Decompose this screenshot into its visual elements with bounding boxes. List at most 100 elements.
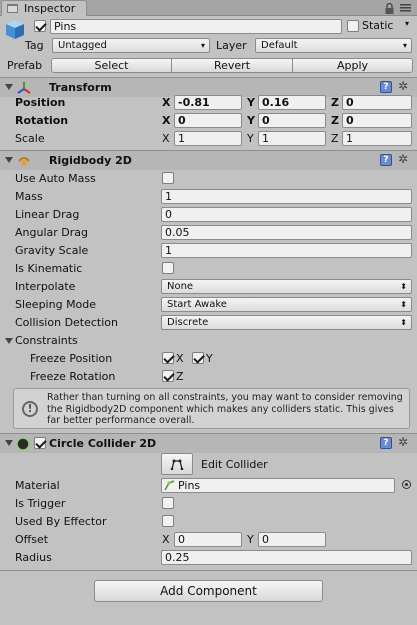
angular-drag-field[interactable]: 0.05 xyxy=(161,225,412,240)
circle-collider2d-enabled-checkbox[interactable] xyxy=(34,437,46,449)
help-icon[interactable]: ? xyxy=(380,437,392,449)
static-label: Static xyxy=(362,19,394,32)
gravity-scale-label: Gravity Scale xyxy=(15,244,89,257)
constraints-help-box: ! Rather than turning on all constraints… xyxy=(13,388,410,429)
position-y-field[interactable]: 0.16 xyxy=(258,95,326,110)
collider-icon xyxy=(16,437,30,451)
edit-collider-icon xyxy=(170,459,184,470)
tag-dropdown[interactable]: Untagged ▾ xyxy=(52,38,210,53)
position-z-label[interactable]: Z xyxy=(331,96,339,109)
layer-label: Layer xyxy=(216,39,247,52)
freeze-rotation-z-checkbox[interactable] xyxy=(162,370,174,382)
gear-icon[interactable]: ✲ xyxy=(398,79,408,93)
prefab-label: Prefab xyxy=(7,59,43,72)
chevron-updown-icon: ⬍ xyxy=(400,300,407,309)
offset-x-label[interactable]: X xyxy=(162,533,170,546)
static-dropdown-arrow[interactable]: ▾ xyxy=(405,19,409,28)
chevron-updown-icon: ⬍ xyxy=(400,282,407,291)
radius-label: Radius xyxy=(15,551,52,564)
scale-z-field[interactable]: 1 xyxy=(342,131,412,146)
rotation-z-label[interactable]: Z xyxy=(331,114,339,127)
transform-header[interactable]: Transform ? ✲ xyxy=(0,77,417,97)
prefab-revert-button[interactable]: Revert xyxy=(171,58,293,73)
position-x-label[interactable]: X xyxy=(162,96,170,109)
layer-dropdown[interactable]: Default ▾ xyxy=(255,38,412,53)
add-component-button[interactable]: Add Component xyxy=(94,580,323,602)
radius-field[interactable]: 0.25 xyxy=(161,550,412,565)
interpolate-value: None xyxy=(167,281,194,292)
gear-icon[interactable]: ✲ xyxy=(398,152,408,166)
rotation-x-label[interactable]: X xyxy=(162,114,170,127)
constraints-label[interactable]: Constraints xyxy=(15,334,78,347)
name-field[interactable]: Pins xyxy=(50,19,342,34)
edit-collider-button[interactable] xyxy=(161,453,193,475)
scale-y-field[interactable]: 1 xyxy=(258,131,326,146)
angular-drag-label: Angular Drag xyxy=(15,226,88,239)
collision-detection-dropdown[interactable]: Discrete ⬍ xyxy=(161,315,412,330)
static-checkbox[interactable] xyxy=(347,20,359,32)
lock-icon[interactable] xyxy=(385,3,394,14)
offset-y-field[interactable]: 0 xyxy=(258,532,326,547)
gravity-scale-field[interactable]: 1 xyxy=(161,243,412,258)
foldout-icon[interactable] xyxy=(5,440,13,446)
constraints-foldout-icon[interactable] xyxy=(5,338,13,344)
position-label: Position xyxy=(15,96,66,109)
tag-value: Untagged xyxy=(58,40,107,51)
transform-title: Transform xyxy=(49,81,112,94)
position-x-field[interactable]: -0.81 xyxy=(174,95,242,110)
tab-inspector[interactable]: Inspector xyxy=(1,0,87,16)
active-checkbox[interactable] xyxy=(34,20,46,32)
scale-x-field[interactable]: 1 xyxy=(174,131,242,146)
freeze-position-y-checkbox[interactable] xyxy=(192,352,204,364)
tag-label: Tag xyxy=(25,39,44,52)
rotation-label: Rotation xyxy=(15,114,69,127)
material-value: Pins xyxy=(178,479,201,492)
mass-label: Mass xyxy=(15,190,43,203)
foldout-icon[interactable] xyxy=(5,157,13,163)
use-auto-mass-checkbox[interactable] xyxy=(162,172,174,184)
material-field[interactable]: Pins xyxy=(161,478,395,493)
used-by-effector-checkbox[interactable] xyxy=(162,515,174,527)
prefab-apply-button[interactable]: Apply xyxy=(292,58,413,73)
scale-x-label[interactable]: X xyxy=(162,132,170,145)
position-y-label[interactable]: Y xyxy=(247,96,255,109)
collision-detection-label: Collision Detection xyxy=(15,316,119,329)
offset-y-label[interactable]: Y xyxy=(247,533,254,546)
help-icon[interactable]: ? xyxy=(380,154,392,166)
circle-collider2d-title: Circle Collider 2D xyxy=(49,437,157,450)
freeze-rotation-label: Freeze Rotation xyxy=(30,370,116,383)
is-trigger-checkbox[interactable] xyxy=(162,497,174,509)
rotation-y-label[interactable]: Y xyxy=(247,114,255,127)
use-auto-mass-label: Use Auto Mass xyxy=(15,172,96,185)
scale-z-label[interactable]: Z xyxy=(331,132,339,145)
rotation-x-field[interactable]: 0 xyxy=(174,113,242,128)
freeze-position-label: Freeze Position xyxy=(30,352,113,365)
help-icon[interactable]: ? xyxy=(380,81,392,93)
rigidbody-icon xyxy=(18,157,30,166)
freeze-position-y-label: Y xyxy=(206,352,213,365)
prefab-select-button[interactable]: Select xyxy=(51,58,172,73)
tab-bar: Inspector xyxy=(0,0,417,16)
interpolate-dropdown[interactable]: None ⬍ xyxy=(161,279,412,294)
is-trigger-label: Is Trigger xyxy=(15,497,66,510)
position-z-field[interactable]: 0 xyxy=(342,95,412,110)
tab-label: Inspector xyxy=(24,2,76,15)
freeze-position-x-label: X xyxy=(176,352,184,365)
object-picker-icon[interactable] xyxy=(402,480,411,489)
rotation-y-field[interactable]: 0 xyxy=(258,113,326,128)
divider xyxy=(0,570,417,571)
rigidbody2d-header[interactable]: Rigidbody 2D ? ✲ xyxy=(0,150,417,170)
offset-label: Offset xyxy=(15,533,49,546)
gear-icon[interactable]: ✲ xyxy=(398,435,408,449)
scale-y-label[interactable]: Y xyxy=(247,132,254,145)
rotation-z-field[interactable]: 0 xyxy=(342,113,412,128)
foldout-icon[interactable] xyxy=(5,84,13,90)
sleeping-mode-dropdown[interactable]: Start Awake ⬍ xyxy=(161,297,412,312)
offset-x-field[interactable]: 0 xyxy=(174,532,242,547)
circle-collider2d-header[interactable]: Circle Collider 2D ? ✲ xyxy=(0,433,417,453)
menu-icon[interactable] xyxy=(400,4,411,12)
is-kinematic-checkbox[interactable] xyxy=(162,262,174,274)
linear-drag-field[interactable]: 0 xyxy=(161,207,412,222)
mass-field[interactable]: 1 xyxy=(161,189,412,204)
freeze-position-x-checkbox[interactable] xyxy=(162,352,174,364)
